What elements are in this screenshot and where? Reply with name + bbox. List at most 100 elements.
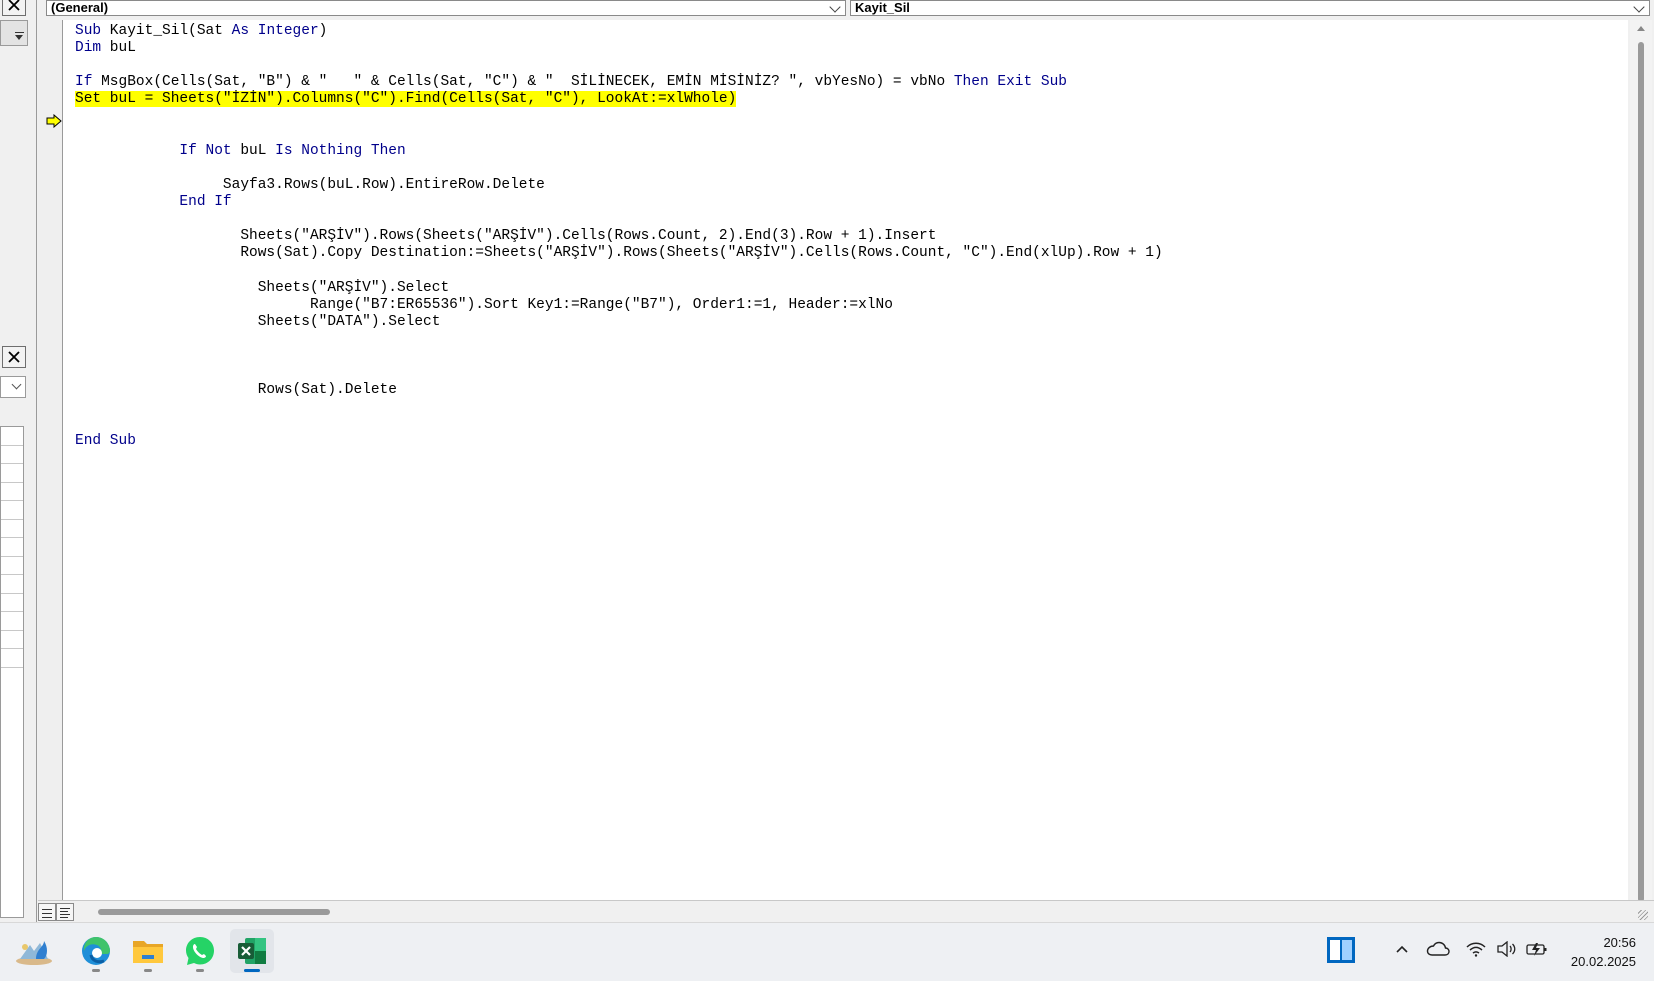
snap-layout-icon	[1327, 937, 1355, 963]
chevron-down-icon	[829, 1, 841, 13]
code-line[interactable]: Sheets("ARŞİV").Select	[75, 279, 449, 297]
close-icon	[8, 351, 20, 363]
taskbar-clock[interactable]: 20:56 20.02.2025	[1571, 933, 1636, 971]
code-line[interactable]: If Not buL Is Nothing Then	[75, 142, 405, 160]
scroll-up-icon	[1637, 26, 1645, 31]
vertical-scroll-thumb[interactable]	[1638, 42, 1644, 902]
code-keyword: Exit	[997, 74, 1033, 91]
procedure-view-button[interactable]	[38, 903, 56, 921]
property-row[interactable]	[1, 538, 23, 557]
code-text: Sheets("ARŞİV").Rows(Sheets("ARŞİV").Cel…	[75, 228, 937, 245]
code-text: Sheets("DATA").Select	[75, 313, 441, 330]
excel-icon	[238, 938, 266, 964]
clock-date: 20.02.2025	[1570, 954, 1636, 969]
volume-button[interactable]	[1496, 941, 1518, 957]
code-text: )	[318, 23, 328, 39]
property-row[interactable]	[1, 575, 23, 594]
code-keyword: If Not	[179, 142, 232, 159]
project-pane-toggle-button[interactable]	[0, 20, 28, 46]
current-statement: Set buL = Sheets("İZİN").Columns("C").Fi…	[75, 91, 737, 108]
code-window-bottom-bar	[38, 900, 1654, 923]
project-pane-close-button[interactable]	[2, 0, 26, 16]
volume-icon	[1497, 941, 1516, 957]
chevron-down-icon	[11, 379, 22, 390]
property-row[interactable]	[1, 631, 23, 649]
code-keyword: End If	[179, 194, 232, 210]
code-keyword: As	[231, 23, 250, 39]
procedure-combo-value: Kayit_Sil	[855, 0, 910, 15]
full-module-view-button[interactable]	[56, 903, 74, 921]
code-line[interactable]: Sub Kayit_Sil(Sat As Integer)	[75, 22, 327, 40]
code-text: MsgBox(Cells(Sat, "B") & " " & Cells(Sat…	[92, 74, 954, 91]
property-row[interactable]	[1, 594, 23, 612]
code-line[interactable]: Dim buL	[75, 39, 136, 57]
property-row[interactable]	[1, 649, 23, 668]
show-hidden-icons-button[interactable]	[1394, 941, 1410, 957]
object-combo[interactable]: (General)	[46, 0, 846, 16]
property-row[interactable]	[1, 446, 23, 464]
chevron-up-icon	[1396, 945, 1408, 953]
whatsapp-icon	[186, 937, 214, 965]
edge-icon	[82, 937, 110, 965]
battery-button[interactable]	[1526, 941, 1548, 957]
margin-indicator-bar[interactable]	[38, 20, 63, 900]
property-row[interactable]	[1, 501, 23, 520]
property-row[interactable]	[1, 520, 23, 538]
onedrive-button[interactable]	[1426, 941, 1450, 957]
code-window: (General) Kayit_Sil Sub Kayit_Sil(Sat As…	[38, 0, 1654, 923]
code-keyword: Dim	[75, 40, 102, 57]
code-editor[interactable]: Sub Kayit_Sil(Sat As Integer) Dim buL If M…	[63, 20, 1628, 900]
code-line[interactable]: Sheets("DATA").Select	[75, 313, 441, 331]
procedure-combo[interactable]: Kayit_Sil	[850, 0, 1650, 16]
dropdown-arrow-icon	[15, 35, 23, 40]
snap-layout-button[interactable]	[1326, 936, 1356, 964]
code-text: Sayfa3.Rows(buL.Row).EntireRow.Delete	[75, 176, 545, 193]
left-docked-panes	[0, 0, 37, 922]
resize-grip-icon[interactable]	[1638, 910, 1648, 920]
widgets-button[interactable]	[12, 929, 56, 973]
property-row[interactable]	[1, 483, 23, 501]
edge-taskbar-button[interactable]	[74, 929, 118, 973]
wifi-icon	[1466, 942, 1486, 957]
horizontal-scroll-thumb[interactable]	[98, 909, 330, 915]
code-text: Sheets("ARŞİV").Select	[75, 279, 450, 296]
excel-taskbar-button[interactable]	[230, 929, 274, 973]
code-line[interactable]: Set buL = Sheets("İZİN").Columns("C").Fi…	[75, 90, 737, 108]
property-row[interactable]	[1, 464, 23, 483]
chevron-down-icon	[1633, 1, 1645, 13]
code-keyword: Sub	[1040, 74, 1067, 91]
file-explorer-taskbar-button[interactable]	[126, 929, 170, 973]
properties-pane-close-button[interactable]	[2, 346, 26, 368]
code-line[interactable]: Rows(Sat).Delete	[75, 381, 397, 399]
execution-arrow-icon	[46, 114, 62, 128]
close-icon	[8, 0, 20, 11]
code-line[interactable]: End If	[75, 193, 232, 211]
code-line[interactable]: If MsgBox(Cells(Sat, "B") & " " & Cells(…	[75, 73, 1067, 91]
code-keyword: Then	[953, 74, 989, 91]
properties-grid[interactable]	[0, 426, 24, 918]
code-text: Range("B7:ER65536").Sort Key1:=Range("B7…	[75, 296, 893, 313]
network-button[interactable]	[1466, 941, 1486, 957]
property-row[interactable]	[1, 427, 23, 446]
code-text: buL	[101, 40, 136, 57]
code-keyword: Sub	[75, 23, 102, 39]
code-text: Kayit_Sil(Sat	[101, 23, 232, 39]
code-line[interactable]: End Sub	[75, 432, 136, 450]
property-row[interactable]	[1, 557, 23, 575]
code-text: Rows(Sat).Delete	[75, 382, 397, 399]
clock-time: 20:56	[1603, 935, 1636, 950]
property-row[interactable]	[1, 612, 23, 631]
code-line[interactable]: Sheets("ARŞİV").Rows(Sheets("ARŞİV").Cel…	[75, 227, 936, 245]
vertical-scrollbar[interactable]	[1630, 20, 1652, 902]
object-combo-value: (General)	[51, 0, 109, 15]
properties-object-combo[interactable]	[0, 376, 26, 398]
code-line[interactable]: Rows(Sat).Copy Destination:=Sheets("ARŞİ…	[75, 244, 1162, 262]
code-line[interactable]: Sayfa3.Rows(buL.Row).EntireRow.Delete	[75, 176, 545, 194]
code-line[interactable]: Range("B7:ER65536").Sort Key1:=Range("B7…	[75, 296, 893, 314]
whatsapp-taskbar-button[interactable]	[178, 929, 222, 973]
onedrive-icon	[1426, 941, 1450, 956]
